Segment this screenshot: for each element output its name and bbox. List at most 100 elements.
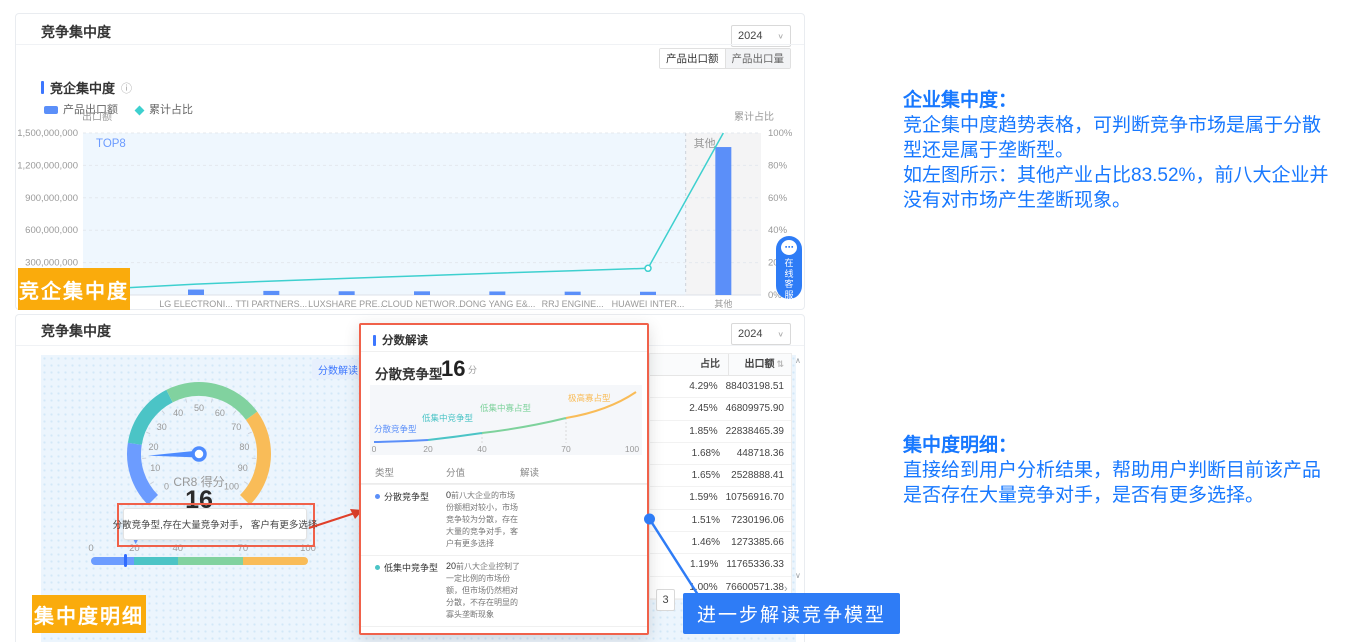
year-select-bottom-value: 2024 [738, 328, 762, 340]
gauge-tick-label: 80 [239, 442, 249, 452]
curve-x-tick: 20 [423, 444, 433, 454]
share-cell: 1.68% [650, 443, 728, 464]
column-header-export[interactable]: 出口额⇅ [729, 354, 791, 375]
export-cell: 88403198.51 [726, 376, 791, 397]
chevron-down-icon: ∨ [777, 330, 784, 339]
popup-column-header: 类型 [375, 465, 446, 479]
gauge-minor-tick [233, 411, 236, 414]
popup-score-unit: 分 [468, 363, 477, 376]
scroll-down-icon[interactable]: ∨ [795, 571, 801, 580]
gauge-needle-knob [193, 448, 205, 460]
annotation-title: 集中度明细： [903, 433, 1369, 458]
popup-score: 16 [441, 356, 465, 382]
annotation-body: 竞企集中度趋势表格，可判断竞争市场是属于分散 型还是属于垄断型。 如左图所示：其… [903, 113, 1369, 213]
type-cell: 分散竞争型 [375, 490, 446, 550]
chart-legend: 产品出口额 累计占比 [44, 101, 193, 117]
type-dot [375, 494, 380, 499]
bar [489, 291, 505, 295]
tab-export-amount[interactable]: 产品出口额 [660, 49, 726, 68]
export-cell: 22838465.39 [726, 421, 791, 442]
gauge-tick-label: 90 [238, 463, 248, 473]
bar [263, 291, 279, 295]
x-axis-label: 其他 [714, 298, 732, 309]
section-title: 竞企集中度 [50, 78, 115, 97]
curve-x-tick: 100 [625, 444, 639, 454]
table-header-row: 占比出口额⇅ [650, 354, 791, 376]
legend-item-bar: 产品出口额 [44, 101, 118, 117]
scale-segment [243, 557, 308, 565]
curve-label: 分散竞争型 [374, 424, 417, 434]
scale-value-marker [124, 554, 127, 567]
popup-table-row: 低集中竞争型20前八大企业控制了一定比例的市场份额，但市场仍然相对分散，不存在明… [361, 555, 647, 626]
x-axis-label: LUXSHARE PRE... [308, 299, 385, 309]
metric-tabs: 产品出口额 产品出口量 [659, 48, 791, 69]
left-axis-tick: 900,000,000 [25, 193, 78, 204]
range-cell: 40前八大企业控制了相当比例的市场份额，市场集中度较高 [446, 632, 520, 635]
x-axis-label: LG ELECTRONI... [159, 299, 233, 309]
curve-x-tick: 40 [477, 444, 487, 454]
gauge-arc-segment [135, 396, 170, 444]
interpret-model-button[interactable]: 进一步解读竞争模型 [683, 593, 900, 634]
left-axis-tick: 1,500,000,000 [17, 128, 78, 139]
bar [640, 292, 656, 295]
type-dot [375, 565, 380, 570]
year-select-bottom[interactable]: 2024 ∨ [731, 323, 791, 345]
type-cell: 低集中竞争型 [375, 561, 446, 621]
table-row: 1.59%10756916.70 [650, 487, 791, 509]
export-cell: 1273385.66 [728, 532, 791, 553]
online-service-widget[interactable]: ⋯ 在线客服 [776, 236, 802, 299]
callout-connector [643, 512, 707, 604]
gauge-minor-tick [146, 432, 150, 434]
annotation-block-enterprise: 企业集中度： 竞企集中度趋势表格，可判断竞争市场是属于分散 型还是属于垄断型。 … [903, 88, 1369, 213]
export-cell: 448718.36 [728, 443, 791, 464]
x-axis-label: DONG YANG E&... [459, 299, 535, 309]
bar [715, 147, 731, 295]
x-axis-label: HUAWEI INTER... [612, 299, 685, 309]
divider [16, 44, 804, 45]
gauge-tick-label: 30 [157, 422, 167, 432]
x-axis-label: CLOUD NETWOR... [381, 299, 463, 309]
popup-table-row: 分散竞争型0前八大企业的市场份额相对较小，市场竞争较为分散，存在大量的竞争对手，… [361, 484, 647, 555]
curve-label: 极高寡占型 [568, 393, 611, 403]
export-cell: 7230196.06 [728, 510, 791, 531]
badge-competitor-concentration: 竞企集中度 [18, 268, 130, 310]
tab-export-volume[interactable]: 产品出口量 [726, 49, 791, 68]
sort-icon[interactable]: ⇅ [776, 359, 784, 369]
popup-column-header: 解读 [520, 465, 637, 479]
bottom-panel-title: 竞争集中度 [41, 321, 111, 341]
gauge-minor-tick [211, 399, 212, 403]
linear-score-scale: 0204070100▼ [91, 543, 308, 573]
curve-label: 低集中寡占型 [480, 403, 532, 413]
section-header: 竞企集中度 ⓘ [41, 78, 132, 97]
online-service-label: 在线客服 [784, 258, 794, 300]
region-top8-label: TOP8 [96, 138, 126, 150]
page-title: 竞争集中度 [41, 22, 111, 42]
bar-legend-swatch [44, 106, 58, 114]
scroll-up-icon[interactable]: ∧ [795, 356, 801, 365]
bar [339, 291, 355, 295]
gauge-tick-label: 60 [215, 408, 225, 418]
region-other-label: 其他 [694, 137, 716, 150]
right-axis-tick: 80% [768, 160, 788, 171]
info-icon[interactable]: ⓘ [121, 80, 132, 96]
table-row: 2.45%46809975.90 [650, 398, 791, 420]
export-cell: 46809975.90 [726, 398, 791, 419]
popup-type-table: 类型分值解读分散竞争型0前八大企业的市场份额相对较小，市场竞争较为分散，存在大量… [361, 461, 647, 635]
bar [565, 292, 581, 295]
gauge-result-tooltip: 分散竞争型,存在大量竞争对手， 客户有更多选择 [123, 508, 307, 540]
scale-segment [91, 557, 134, 565]
type-cell: 低集中寡占型 [375, 632, 446, 635]
range-cell: 0前八大企业的市场份额相对较小，市场竞争较为分散，存在大量的竞争对手，客户有更多… [446, 490, 520, 550]
table-row: 4.29%88403198.51 [650, 376, 791, 398]
panel-competition-concentration-top: 竞争集中度 2024 ∨ 产品出口额 产品出口量 竞企集中度 ⓘ 产品出口额 累… [15, 13, 805, 310]
table-row: 1.65%2528888.41 [650, 465, 791, 487]
share-cell: 4.29% [650, 376, 726, 397]
left-axis-tick: 600,000,000 [25, 225, 78, 236]
curve-label: 低集中竞争型 [422, 413, 474, 423]
scale-segment [134, 557, 177, 565]
bar [414, 291, 430, 295]
range-cell: 20前八大企业控制了一定比例的市场份额，但市场仍然相对分散，不存在明显的寡头垄断… [446, 561, 520, 621]
right-axis-title: 累计占比 [734, 110, 774, 123]
annotation-body: 直接给到用户分析结果，帮助用户判断目前该产品 是否存在大量竞争对手，是否有更多选… [903, 458, 1369, 508]
popup-result-type: 分散竞争型 [375, 363, 443, 383]
